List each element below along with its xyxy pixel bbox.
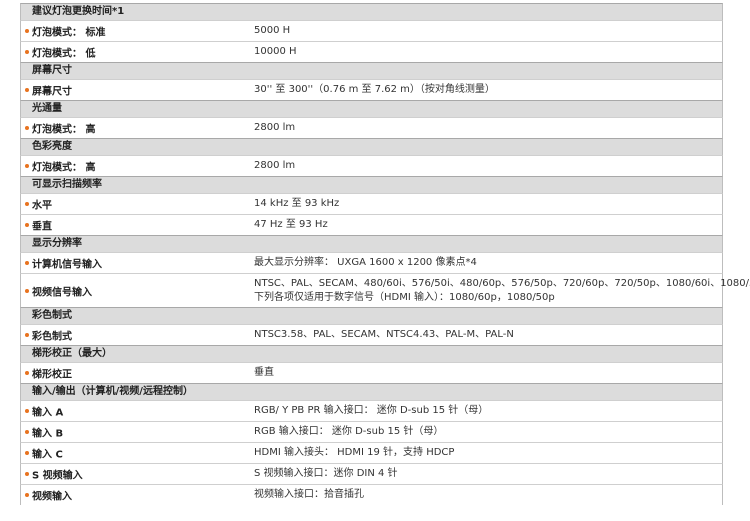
spec-row: 灯泡模式： 高 2800 lm [20,155,723,176]
spec-label: 梯形校正 [32,369,72,381]
spec-label: 计算机信号输入 [32,259,102,271]
spec-value-line: 5000 H [254,25,291,36]
spec-value-line: NTSC3.58、PAL、SECAM、NTSC4.43、PAL-M、PAL-N [254,329,514,340]
spec-label: 输入 C [32,449,63,461]
bullet-icon [25,288,29,293]
spec-value-line: 10000 H [254,46,297,57]
spec-value: 47 Hz 至 93 Hz [254,218,328,232]
spec-label: 屏幕尺寸 [32,86,72,98]
spec-value: 2800 lm [254,121,295,135]
spec-row: 水平 14 kHz 至 93 kHz [20,193,723,214]
spec-value: RGB/ Y PB PR 输入接口： 迷你 D-sub 15 针（母） [254,404,488,418]
spec-row: 输入 B RGB 输入接口： 迷你 D-sub 15 针（母） [20,421,723,442]
section-header: 屏幕尺寸 [20,62,723,79]
spec-row: S 视频输入 S 视频输入接口：迷你 DIN 4 针 [20,463,723,484]
section-header: 输入/输出（计算机/视频/远程控制） [20,383,723,400]
spec-value-line: 下列各项仅适用于数字信号（HDMI 输入）：1080/60p，1080/50p [254,291,555,303]
bullet-icon [25,202,29,206]
spec-value-line: RGB 输入接口： 迷你 D-sub 15 针（母） [254,426,444,437]
spec-value-line: 2800 lm [254,160,296,171]
section-header: 可显示扫描频率 [20,176,723,193]
spec-value: 5000 H [254,24,290,38]
bullet-icon [25,164,29,168]
spec-label: 输入 B [32,428,64,440]
spec-row: 垂直 47 Hz 至 93 Hz [20,214,723,235]
spec-label: 水平 [32,200,52,212]
spec-value-line: 垂直 [254,367,274,378]
spec-value: 视频输入接口：拾音插孔 [254,488,364,502]
spec-label: 灯泡模式： 高 [32,124,96,136]
spec-value-line: 47 Hz 至 93 Hz [254,219,328,230]
bullet-icon [25,29,29,33]
spec-value-line: RGB/ Y PB PR 输入接口： 迷你 D-sub 15 针（母） [254,405,489,416]
bullet-icon [25,88,29,92]
bullet-icon [25,493,29,497]
section-header: 梯形校正（最大） [20,345,723,362]
spec-row: 视频信号输入 NTSC、PAL、SECAM、480/60i、576/50i、480… [20,273,750,307]
spec-row: 梯形校正 垂直 [20,362,723,383]
spec-value-line: 最大显示分辨率： UXGA 1600 x 1200 像素点*4 [254,257,477,268]
spec-value: 10000 H [254,45,297,59]
spec-value: 最大显示分辨率： UXGA 1600 x 1200 像素点*4 [254,256,477,270]
spec-value: NTSC3.58、PAL、SECAM、NTSC4.43、PAL-M、PAL-N [254,328,514,342]
spec-table: 建议灯泡更换时间*1 灯泡模式： 标准 5000 H 灯泡模式： 低 10000 H 屏幕… [0,0,750,521]
bullet-icon [25,371,29,375]
bullet-icon [25,261,29,265]
spec-row: 彩色制式 NTSC3.58、PAL、SECAM、NTSC4.43、PAL-M、PA… [20,324,723,345]
spec-row: 输入 A RGB/ Y PB PR 输入接口： 迷你 D-sub 15 针（母） [20,400,723,421]
spec-value-line: 视频输入接口：拾音插孔 [254,489,364,500]
spec-row: 灯泡模式： 高 2800 lm [20,117,723,138]
spec-value: 垂直 [254,366,274,380]
spec-label: 灯泡模式： 高 [32,162,96,174]
spec-row: 输入 C HDMI 输入接头： HDMI 19 针，支持 HDCP [20,442,723,463]
spec-value: 30'' 至 300''（0.76 m 至 7.62 m）（按对角线测量） [254,83,495,97]
section-header: 色彩亮度 [20,138,723,155]
bullet-icon [25,333,29,337]
bullet-icon [25,451,29,455]
spec-value-line: 30'' 至 300''（0.76 m 至 7.62 m）（按对角线测量） [254,84,495,95]
spec-row: 计算机信号输入 最大显示分辨率： UXGA 1600 x 1200 像素点*4 [20,252,723,273]
bullet-icon [25,126,29,130]
spec-row: 屏幕尺寸 30'' 至 300''（0.76 m 至 7.62 m）（按对角线测量… [20,79,723,100]
spec-label: 视频输入 [32,491,72,503]
spec-label: 彩色制式 [32,331,72,343]
spec-value-line: NTSC、PAL、SECAM、480/60i、576/50i、480/60p、5… [254,277,750,289]
spec-value: RGB 输入接口： 迷你 D-sub 15 针（母） [254,425,443,439]
spec-label: 灯泡模式： 标准 [32,27,106,39]
spec-row: 灯泡模式： 低 10000 H [20,41,723,62]
spec-row: 视频输入 视频输入接口：拾音插孔 [20,484,723,505]
spec-label: 垂直 [32,221,52,233]
spec-value: HDMI 输入接头： HDMI 19 针，支持 HDCP [254,446,454,460]
spec-label: S 视频输入 [32,470,83,482]
bullet-icon [25,50,29,54]
bullet-icon [25,472,29,476]
spec-row: 灯泡模式： 标准 5000 H [20,20,723,41]
section-header: 彩色制式 [20,307,723,324]
spec-value-line: 2800 lm [254,122,296,133]
spec-value-line: 14 kHz 至 93 kHz [254,198,340,209]
spec-value: 14 kHz 至 93 kHz [254,197,339,211]
bullet-icon [25,223,29,227]
spec-value-line: S 视频输入接口：迷你 DIN 4 针 [254,468,398,479]
section-header: 显示分辨率 [20,235,723,252]
spec-label: 视频信号输入 [32,287,92,298]
spec-label: 输入 A [32,407,64,419]
section-header: 光通量 [20,100,723,117]
spec-value: S 视频输入接口：迷你 DIN 4 针 [254,467,398,481]
spec-value-line: HDMI 输入接头： HDMI 19 针，支持 HDCP [254,447,455,458]
section-header: 建议灯泡更换时间*1 [20,3,723,20]
spec-value: 2800 lm [254,159,295,173]
spec-label: 灯泡模式： 低 [32,48,96,60]
bullet-icon [25,430,29,434]
bullet-icon [25,409,29,413]
spec-value: NTSC、PAL、SECAM、480/60i、576/50i、480/60p、5… [254,277,750,305]
